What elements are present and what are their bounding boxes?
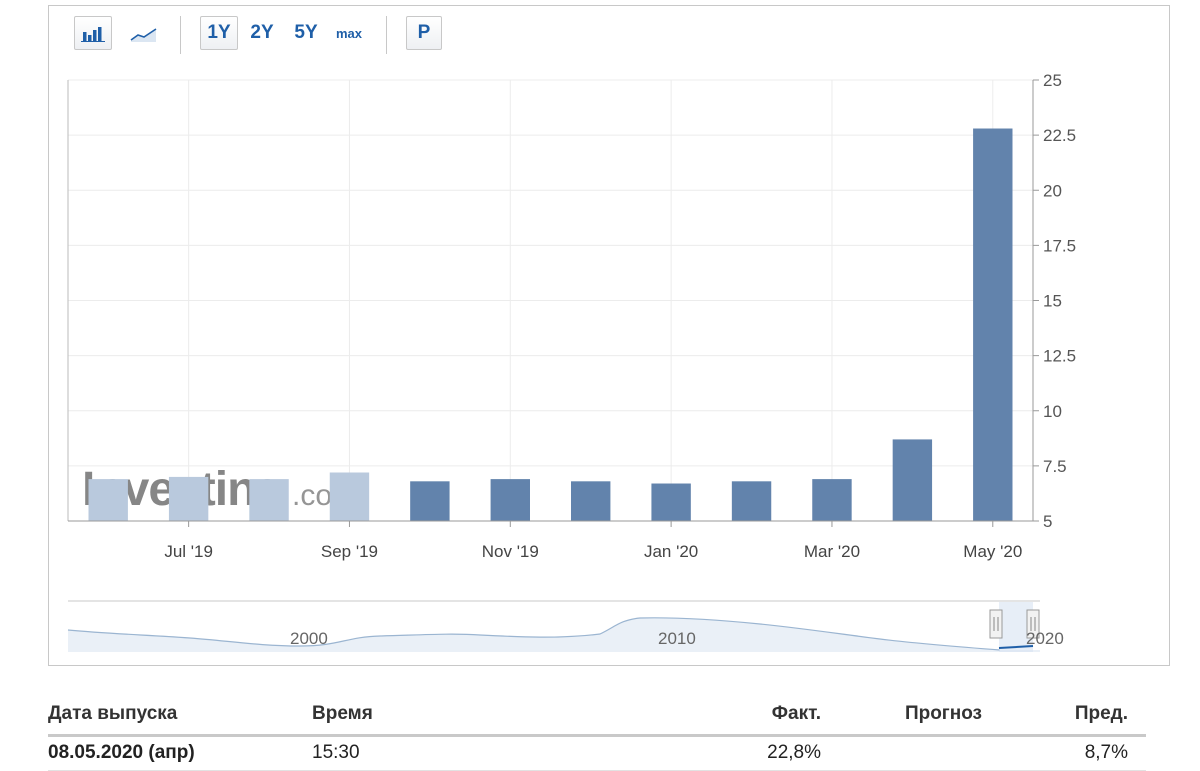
table-header-divider: [48, 734, 1146, 737]
x-tick-label: Jul '19: [164, 542, 213, 561]
bar[interactable]: [410, 481, 450, 521]
y-tick-label: 25: [1043, 71, 1062, 90]
y-tick-label: 10: [1043, 402, 1062, 421]
cell-release-date: 08.05.2020 (апр): [48, 742, 195, 763]
header-forecast: Прогноз: [904, 703, 982, 724]
x-tick-label: Jan '20: [644, 542, 698, 561]
navigator-label: 2020: [1026, 629, 1064, 648]
header-time: Время: [312, 703, 373, 724]
chart-grid: [68, 79, 1033, 522]
x-tick-label: Sep '19: [321, 542, 378, 561]
bar[interactable]: [651, 483, 691, 521]
cell-actual: 22,8%: [767, 742, 821, 763]
chart-navigator[interactable]: 2000 2010 2020: [0, 590, 1200, 670]
bar[interactable]: [88, 479, 128, 521]
navigator-left-handle[interactable]: [989, 609, 1003, 639]
x-tick-label: Nov '19: [482, 542, 539, 561]
bar[interactable]: [168, 476, 209, 521]
header-previous: Пред.: [1074, 703, 1128, 724]
navigator-label: 2010: [658, 629, 696, 648]
bar-chart: Investing .com 57.51012.51517.52022.525J…: [67, 71, 1076, 561]
bar[interactable]: [892, 439, 933, 521]
y-tick-label: 20: [1043, 181, 1062, 200]
bar[interactable]: [973, 128, 1013, 521]
y-tick-label: 22.5: [1043, 126, 1076, 145]
y-tick-label: 12.5: [1043, 347, 1076, 366]
bar[interactable]: [329, 472, 370, 521]
cell-previous: 8,7%: [1084, 742, 1128, 763]
header-actual: Факт.: [771, 703, 821, 724]
bar[interactable]: [490, 479, 530, 521]
x-tick-label: Mar '20: [804, 542, 860, 561]
y-tick-label: 5: [1043, 512, 1052, 531]
x-tick-label: May '20: [963, 542, 1022, 561]
navigator-label: 2000: [290, 629, 328, 648]
bar[interactable]: [812, 479, 852, 521]
header-release-date: Дата выпуска: [48, 703, 178, 724]
bar[interactable]: [249, 479, 289, 521]
cell-time: 15:30: [312, 742, 360, 763]
y-tick-label: 7.5: [1043, 457, 1067, 476]
y-tick-label: 17.5: [1043, 236, 1076, 255]
bar[interactable]: [571, 481, 611, 521]
bar[interactable]: [731, 481, 772, 521]
y-tick-label: 15: [1043, 292, 1062, 311]
